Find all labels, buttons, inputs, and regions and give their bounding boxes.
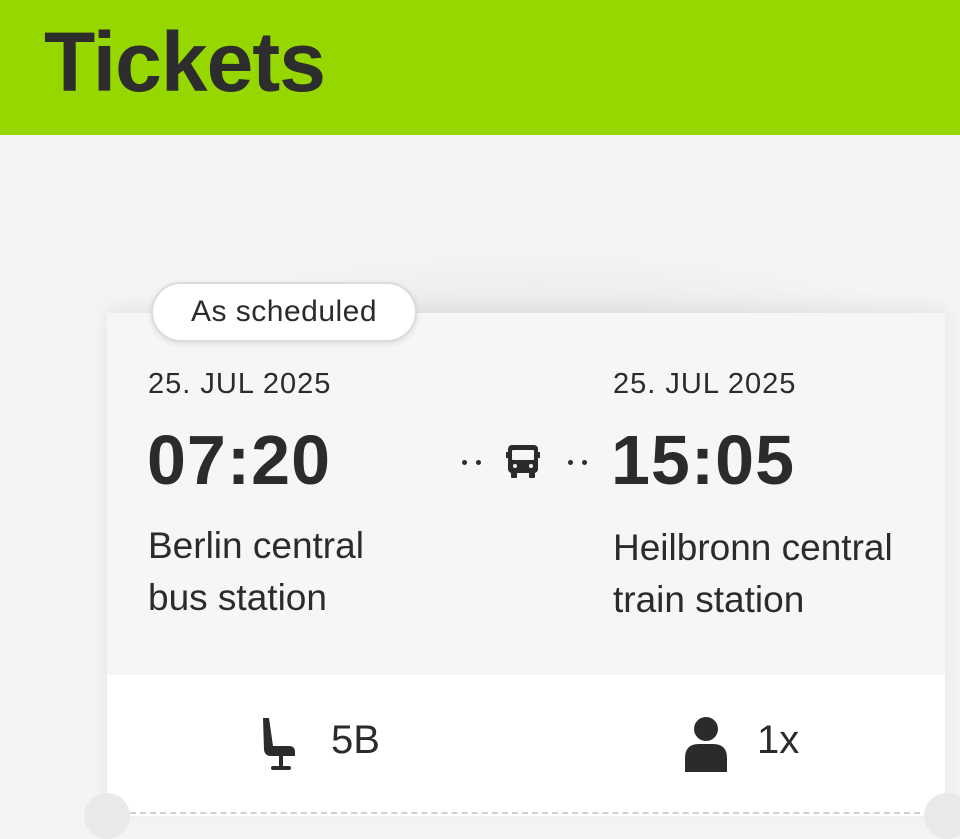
connector-dot bbox=[462, 460, 467, 465]
arrival-time: 15:05 bbox=[611, 421, 796, 499]
departure-date: 25. JUL 2025 bbox=[148, 368, 332, 400]
arrival-station-line2: train station bbox=[613, 579, 805, 620]
passenger-count: 1x bbox=[757, 718, 800, 762]
ticket-notch-left bbox=[84, 793, 130, 839]
connector-dot bbox=[582, 460, 587, 465]
departure-station-line1: Berlin central bbox=[148, 525, 364, 566]
bus-icon bbox=[506, 445, 540, 478]
route-connector bbox=[458, 440, 598, 484]
connector-dot bbox=[476, 460, 481, 465]
ticket-card-footer bbox=[107, 675, 945, 816]
status-badge: As scheduled bbox=[151, 282, 417, 342]
arrival-date: 25. JUL 2025 bbox=[613, 368, 797, 400]
connector-dot bbox=[568, 460, 573, 465]
seat-number: 5B bbox=[331, 718, 380, 762]
app-header: Tickets bbox=[0, 0, 960, 135]
page-title: Tickets bbox=[44, 15, 326, 109]
arrival-station-line1: Heilbronn central bbox=[613, 527, 893, 568]
arrival-station: Heilbronn central train station bbox=[613, 522, 943, 626]
departure-station: Berlin central bus station bbox=[148, 520, 448, 624]
person-icon bbox=[685, 717, 727, 772]
seat-icon bbox=[263, 718, 295, 770]
departure-station-line2: bus station bbox=[148, 577, 327, 618]
ticket-perforation bbox=[130, 812, 930, 814]
departure-time: 07:20 bbox=[147, 421, 332, 499]
ticket-notch-right bbox=[924, 793, 960, 839]
